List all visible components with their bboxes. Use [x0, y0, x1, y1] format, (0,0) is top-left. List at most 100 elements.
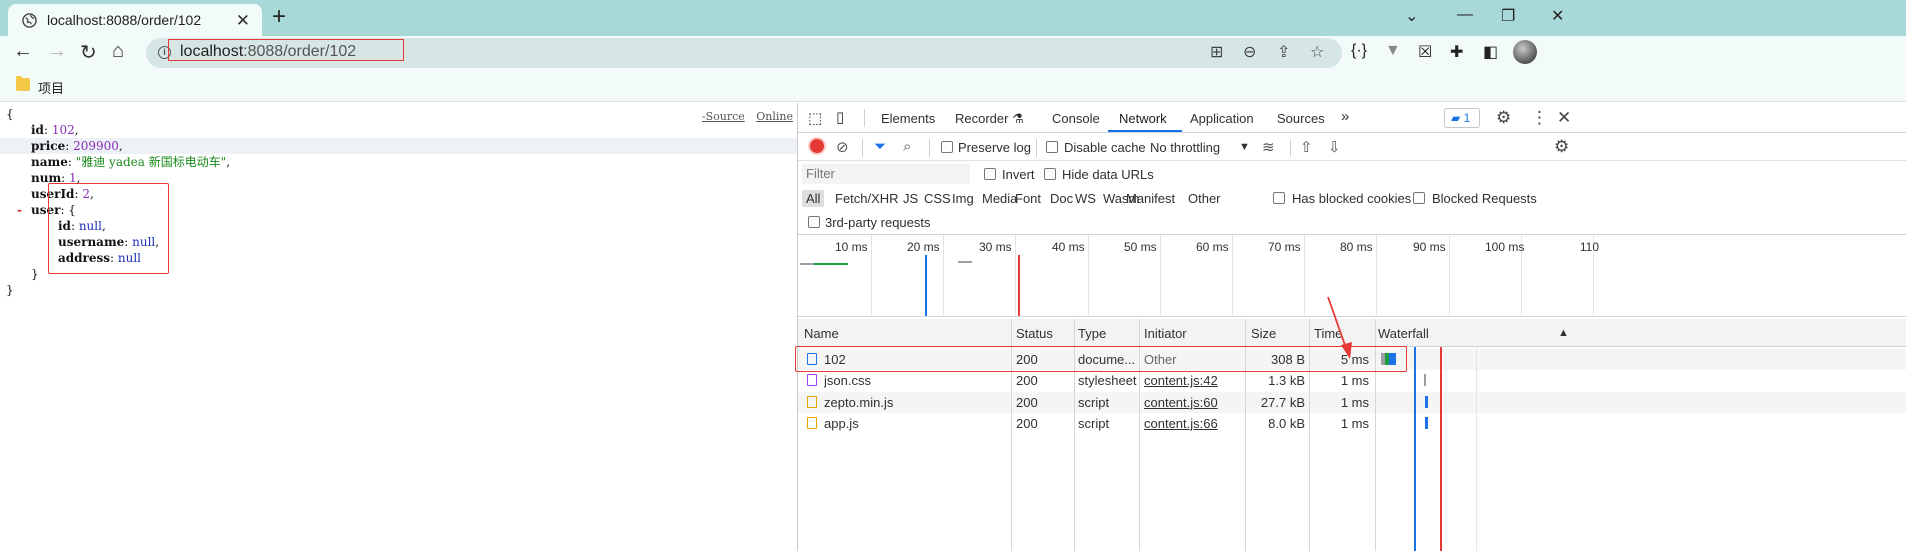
filter-type-manifest[interactable]: Manifest [1122, 190, 1179, 207]
tab-recorder[interactable]: Recorder ⚗ [955, 111, 1024, 127]
divider [1290, 139, 1291, 157]
collapse-toggle[interactable]: - [17, 202, 22, 218]
filter-input[interactable]: Filter [802, 164, 970, 184]
column-header-initiator[interactable]: Initiator [1144, 326, 1187, 341]
json-line-content: { [6, 106, 14, 122]
tab-network[interactable]: Network [1119, 111, 1167, 126]
new-tab-icon[interactable]: + [272, 3, 286, 31]
timeline-tick-label: 100 ms [1485, 240, 1525, 254]
disable-cache-label: Disable cache [1064, 140, 1146, 155]
close-tab-icon[interactable]: ✕ [236, 11, 250, 31]
waterfall-gridline [1476, 347, 1477, 551]
table-row[interactable]: app.js 200 script content.js:66 8.0 kB 1 ms [798, 413, 1906, 434]
export-har-icon[interactable]: ⇩ [1328, 138, 1341, 156]
tab-search-icon[interactable]: ⌄ [1405, 6, 1418, 26]
close-devtools-icon[interactable]: ✕ [1557, 108, 1571, 128]
more-options-icon[interactable]: ⋮ [1531, 108, 1548, 128]
filter-funnel-icon[interactable]: ⏷ [874, 138, 886, 155]
bookmark-folder-label[interactable]: 项目 [38, 78, 64, 97]
tab-console[interactable]: Console [1052, 111, 1100, 126]
preserve-log-label: Preserve log [958, 140, 1031, 155]
forward-icon[interactable]: → [47, 40, 67, 63]
tab-elements[interactable]: Elements [881, 111, 935, 126]
browser-tab[interactable]: localhost:8088/order/102 ✕ [8, 4, 262, 36]
network-settings-gear-icon[interactable]: ⚙ [1554, 137, 1569, 157]
throttling-select[interactable]: No throttling [1150, 140, 1220, 155]
close-window-icon[interactable]: ✕ [1551, 6, 1564, 26]
divider [862, 139, 863, 157]
settings-gear-icon[interactable]: ⚙ [1496, 108, 1511, 128]
column-header-type[interactable]: Type [1078, 326, 1106, 341]
search-icon[interactable]: ⌕ [903, 138, 911, 155]
filter-type-img[interactable]: Img [948, 190, 978, 207]
more-tabs-icon[interactable]: » [1341, 108, 1349, 125]
request-initiator[interactable]: content.js:42 [1144, 373, 1240, 388]
divider [929, 139, 930, 157]
extensions-puzzle-icon[interactable]: ✚ [1450, 42, 1463, 62]
bookmark-star-icon[interactable]: ☆ [1310, 42, 1324, 62]
restore-icon[interactable]: ❐ [1501, 6, 1515, 26]
sort-chevron-up-icon[interactable]: ▲ [1558, 327, 1569, 339]
request-initiator[interactable]: content.js:66 [1144, 416, 1240, 431]
network-conditions-icon[interactable]: ≋ [1262, 138, 1275, 156]
json-line: price: 209900, [0, 138, 797, 154]
vue-extension-icon[interactable]: ▼ [1385, 42, 1401, 60]
filter-type-js[interactable]: JS [899, 190, 922, 207]
timeline-gridline [1232, 235, 1233, 316]
divider [1036, 139, 1037, 157]
column-header-name[interactable]: Name [804, 326, 839, 341]
x-extension-icon[interactable]: ☒ [1418, 42, 1432, 62]
json-punctuation: { [6, 107, 14, 121]
blocked-requests-checkbox[interactable] [1413, 192, 1425, 204]
tab-title: localhost:8088/order/102 [47, 12, 202, 28]
json-extension-icon[interactable]: {·} [1351, 42, 1367, 60]
message-icon: ▰ [1451, 111, 1461, 125]
filter-type-fetch-xhr[interactable]: Fetch/XHR [831, 190, 903, 207]
timeline-marker-load [1018, 255, 1020, 316]
throttling-chevron-down-icon[interactable]: ▼ [1239, 141, 1250, 153]
timeline-bar-queue [800, 263, 814, 265]
back-icon[interactable]: ← [13, 40, 33, 63]
device-toolbar-icon[interactable]: ▯ [836, 108, 844, 126]
home-icon[interactable]: ⌂ [112, 40, 124, 63]
invert-checkbox[interactable] [984, 168, 996, 180]
disable-cache-checkbox[interactable] [1046, 141, 1058, 153]
filter-type-all[interactable]: All [802, 190, 825, 207]
column-header-status[interactable]: Status [1016, 326, 1053, 341]
json-line: name: "雅迪 yadea 新国标电动车", [0, 154, 797, 170]
zoom-icon[interactable]: ⊖ [1243, 42, 1256, 62]
inspect-element-icon[interactable]: ⬚ [808, 109, 822, 127]
translate-icon[interactable]: ⊞ [1210, 42, 1223, 62]
filter-type-ws[interactable]: WS [1071, 190, 1100, 207]
timeline-gridline [1304, 235, 1305, 316]
tab-application[interactable]: Application [1190, 111, 1254, 126]
table-row[interactable]: zepto.min.js 200 script content.js:60 27.7 k… [798, 391, 1906, 413]
user-annotation-box [48, 183, 169, 274]
reload-icon[interactable]: ↻ [80, 40, 97, 65]
share-icon[interactable]: ⇪ [1277, 42, 1290, 62]
tab-sources[interactable]: Sources [1277, 111, 1325, 126]
request-name: zepto.min.js [824, 394, 894, 410]
side-panel-icon[interactable]: ◧ [1483, 42, 1498, 62]
import-har-icon[interactable]: ⇧ [1300, 138, 1313, 156]
request-initiator[interactable]: content.js:60 [1144, 395, 1240, 410]
third-party-label: 3rd-party requests [825, 215, 931, 230]
waterfall-bar [1424, 374, 1426, 387]
column-header-waterfall[interactable]: Waterfall [1378, 326, 1429, 341]
third-party-checkbox[interactable] [808, 216, 820, 228]
invert-label: Invert [1002, 167, 1035, 182]
column-header-size[interactable]: Size [1251, 326, 1276, 341]
has-blocked-cookies-checkbox[interactable] [1273, 192, 1285, 204]
messages-badge[interactable]: ▰ 1 [1444, 108, 1480, 128]
table-row[interactable]: json.css 200 stylesheet content.js:42 1.3 kB… [798, 370, 1906, 391]
profile-avatar[interactable] [1513, 40, 1537, 64]
hide-data-urls-checkbox[interactable] [1044, 168, 1056, 180]
json-punctuation: , [74, 123, 79, 137]
minimize-icon[interactable]: — [1457, 6, 1473, 24]
record-icon[interactable] [810, 139, 824, 153]
preserve-log-checkbox[interactable] [941, 141, 953, 153]
clear-icon[interactable]: ⊘ [836, 138, 849, 156]
filter-type-other[interactable]: Other [1184, 190, 1225, 207]
filter-type-font[interactable]: Font [1011, 190, 1045, 207]
json-punctuation: } [31, 267, 39, 281]
